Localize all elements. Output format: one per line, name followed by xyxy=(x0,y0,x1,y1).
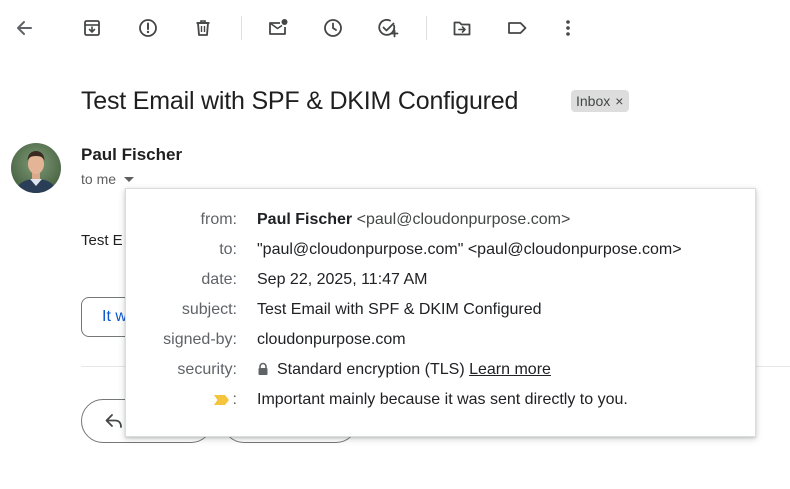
details-subject-row: subject: Test Email with SPF & DKIM Conf… xyxy=(126,295,757,325)
label-chip-text: Inbox xyxy=(576,93,611,109)
avatar-photo xyxy=(11,143,61,193)
delete-icon xyxy=(196,20,210,36)
report-spam-icon xyxy=(139,19,157,37)
more-options-button[interactable] xyxy=(549,9,587,47)
subject-value: Test Email with SPF & DKIM Configured xyxy=(257,301,542,318)
from-name: Paul Fischer xyxy=(257,211,353,228)
to-key: to: xyxy=(219,241,237,258)
email-view: Test Email with SPF & DKIM Configured In… xyxy=(0,0,790,489)
date-key: date: xyxy=(201,271,237,288)
add-to-tasks-icon xyxy=(378,19,399,38)
importance-colon: : xyxy=(232,391,237,408)
inbox-label-chip[interactable]: Inbox × xyxy=(571,90,630,112)
details-from-row: from: Paul Fischer <paul@cloudonpurpose.… xyxy=(126,205,757,235)
signed-by-key: signed-by: xyxy=(163,331,237,348)
add-to-tasks-button[interactable] xyxy=(369,9,407,47)
details-security-row: security: Standard encryption (TLS) Lear… xyxy=(126,355,757,385)
back-button[interactable] xyxy=(5,9,43,47)
security-text: Standard encryption (TLS) xyxy=(277,361,465,378)
toolbar-divider xyxy=(426,16,427,40)
sender-avatar[interactable] xyxy=(11,143,61,193)
signed-by-value: cloudonpurpose.com xyxy=(257,331,406,348)
from-email: <paul@cloudonpurpose.com> xyxy=(356,211,571,228)
email-body-text: Test E xyxy=(81,232,123,249)
learn-more-link[interactable]: Learn more xyxy=(469,361,551,378)
security-key: security: xyxy=(177,361,237,378)
date-value: Sep 22, 2025, 11:47 AM xyxy=(257,271,428,288)
back-arrow-icon xyxy=(17,21,32,35)
remove-label-icon[interactable]: × xyxy=(615,93,623,109)
reply-arrow-icon xyxy=(105,414,122,428)
label-button[interactable] xyxy=(498,9,536,47)
details-to-row: to: "paul@cloudonpurpose.com" <paul@clou… xyxy=(126,235,757,265)
message-details-popup: from: Paul Fischer <paul@cloudonpurpose.… xyxy=(125,188,756,437)
mark-unread-button[interactable] xyxy=(259,9,297,47)
email-toolbar xyxy=(0,0,790,56)
smart-reply-text: It w xyxy=(102,308,127,325)
security-value: Standard encryption (TLS) Learn more xyxy=(257,355,551,385)
importance-value: Important mainly because it was sent dir… xyxy=(257,391,628,408)
importance-marker-icon xyxy=(214,395,229,405)
from-value: Paul Fischer <paul@cloudonpurpose.com> xyxy=(257,205,570,235)
details-signed-by-row: signed-by: cloudonpurpose.com xyxy=(126,325,757,355)
sender-name: Paul Fischer xyxy=(81,145,183,164)
move-to-button[interactable] xyxy=(443,9,481,47)
lock-icon xyxy=(258,362,268,375)
snooze-icon xyxy=(324,19,342,37)
more-options-icon xyxy=(566,20,570,36)
recipient-text: to me xyxy=(81,171,117,187)
show-details-caret-icon[interactable] xyxy=(124,176,135,182)
email-subject: Test Email with SPF & DKIM Configured xyxy=(81,87,519,115)
mark-unread-icon xyxy=(269,19,288,35)
snooze-button[interactable] xyxy=(314,9,352,47)
subject-key: subject: xyxy=(181,301,237,318)
label-icon xyxy=(508,22,527,34)
archive-icon xyxy=(84,20,100,36)
report-spam-button[interactable] xyxy=(129,9,167,47)
move-to-icon xyxy=(453,21,471,36)
delete-button[interactable] xyxy=(184,9,222,47)
archive-button[interactable] xyxy=(73,9,111,47)
from-key: from: xyxy=(200,211,237,228)
to-value: "paul@cloudonpurpose.com" <paul@cloudonp… xyxy=(257,241,682,258)
recipient-line[interactable]: to me xyxy=(81,171,135,187)
toolbar-divider xyxy=(241,16,242,40)
details-date-row: date: Sep 22, 2025, 11:47 AM xyxy=(126,265,757,295)
details-importance-row: : Important mainly because it was sent d… xyxy=(126,385,757,415)
